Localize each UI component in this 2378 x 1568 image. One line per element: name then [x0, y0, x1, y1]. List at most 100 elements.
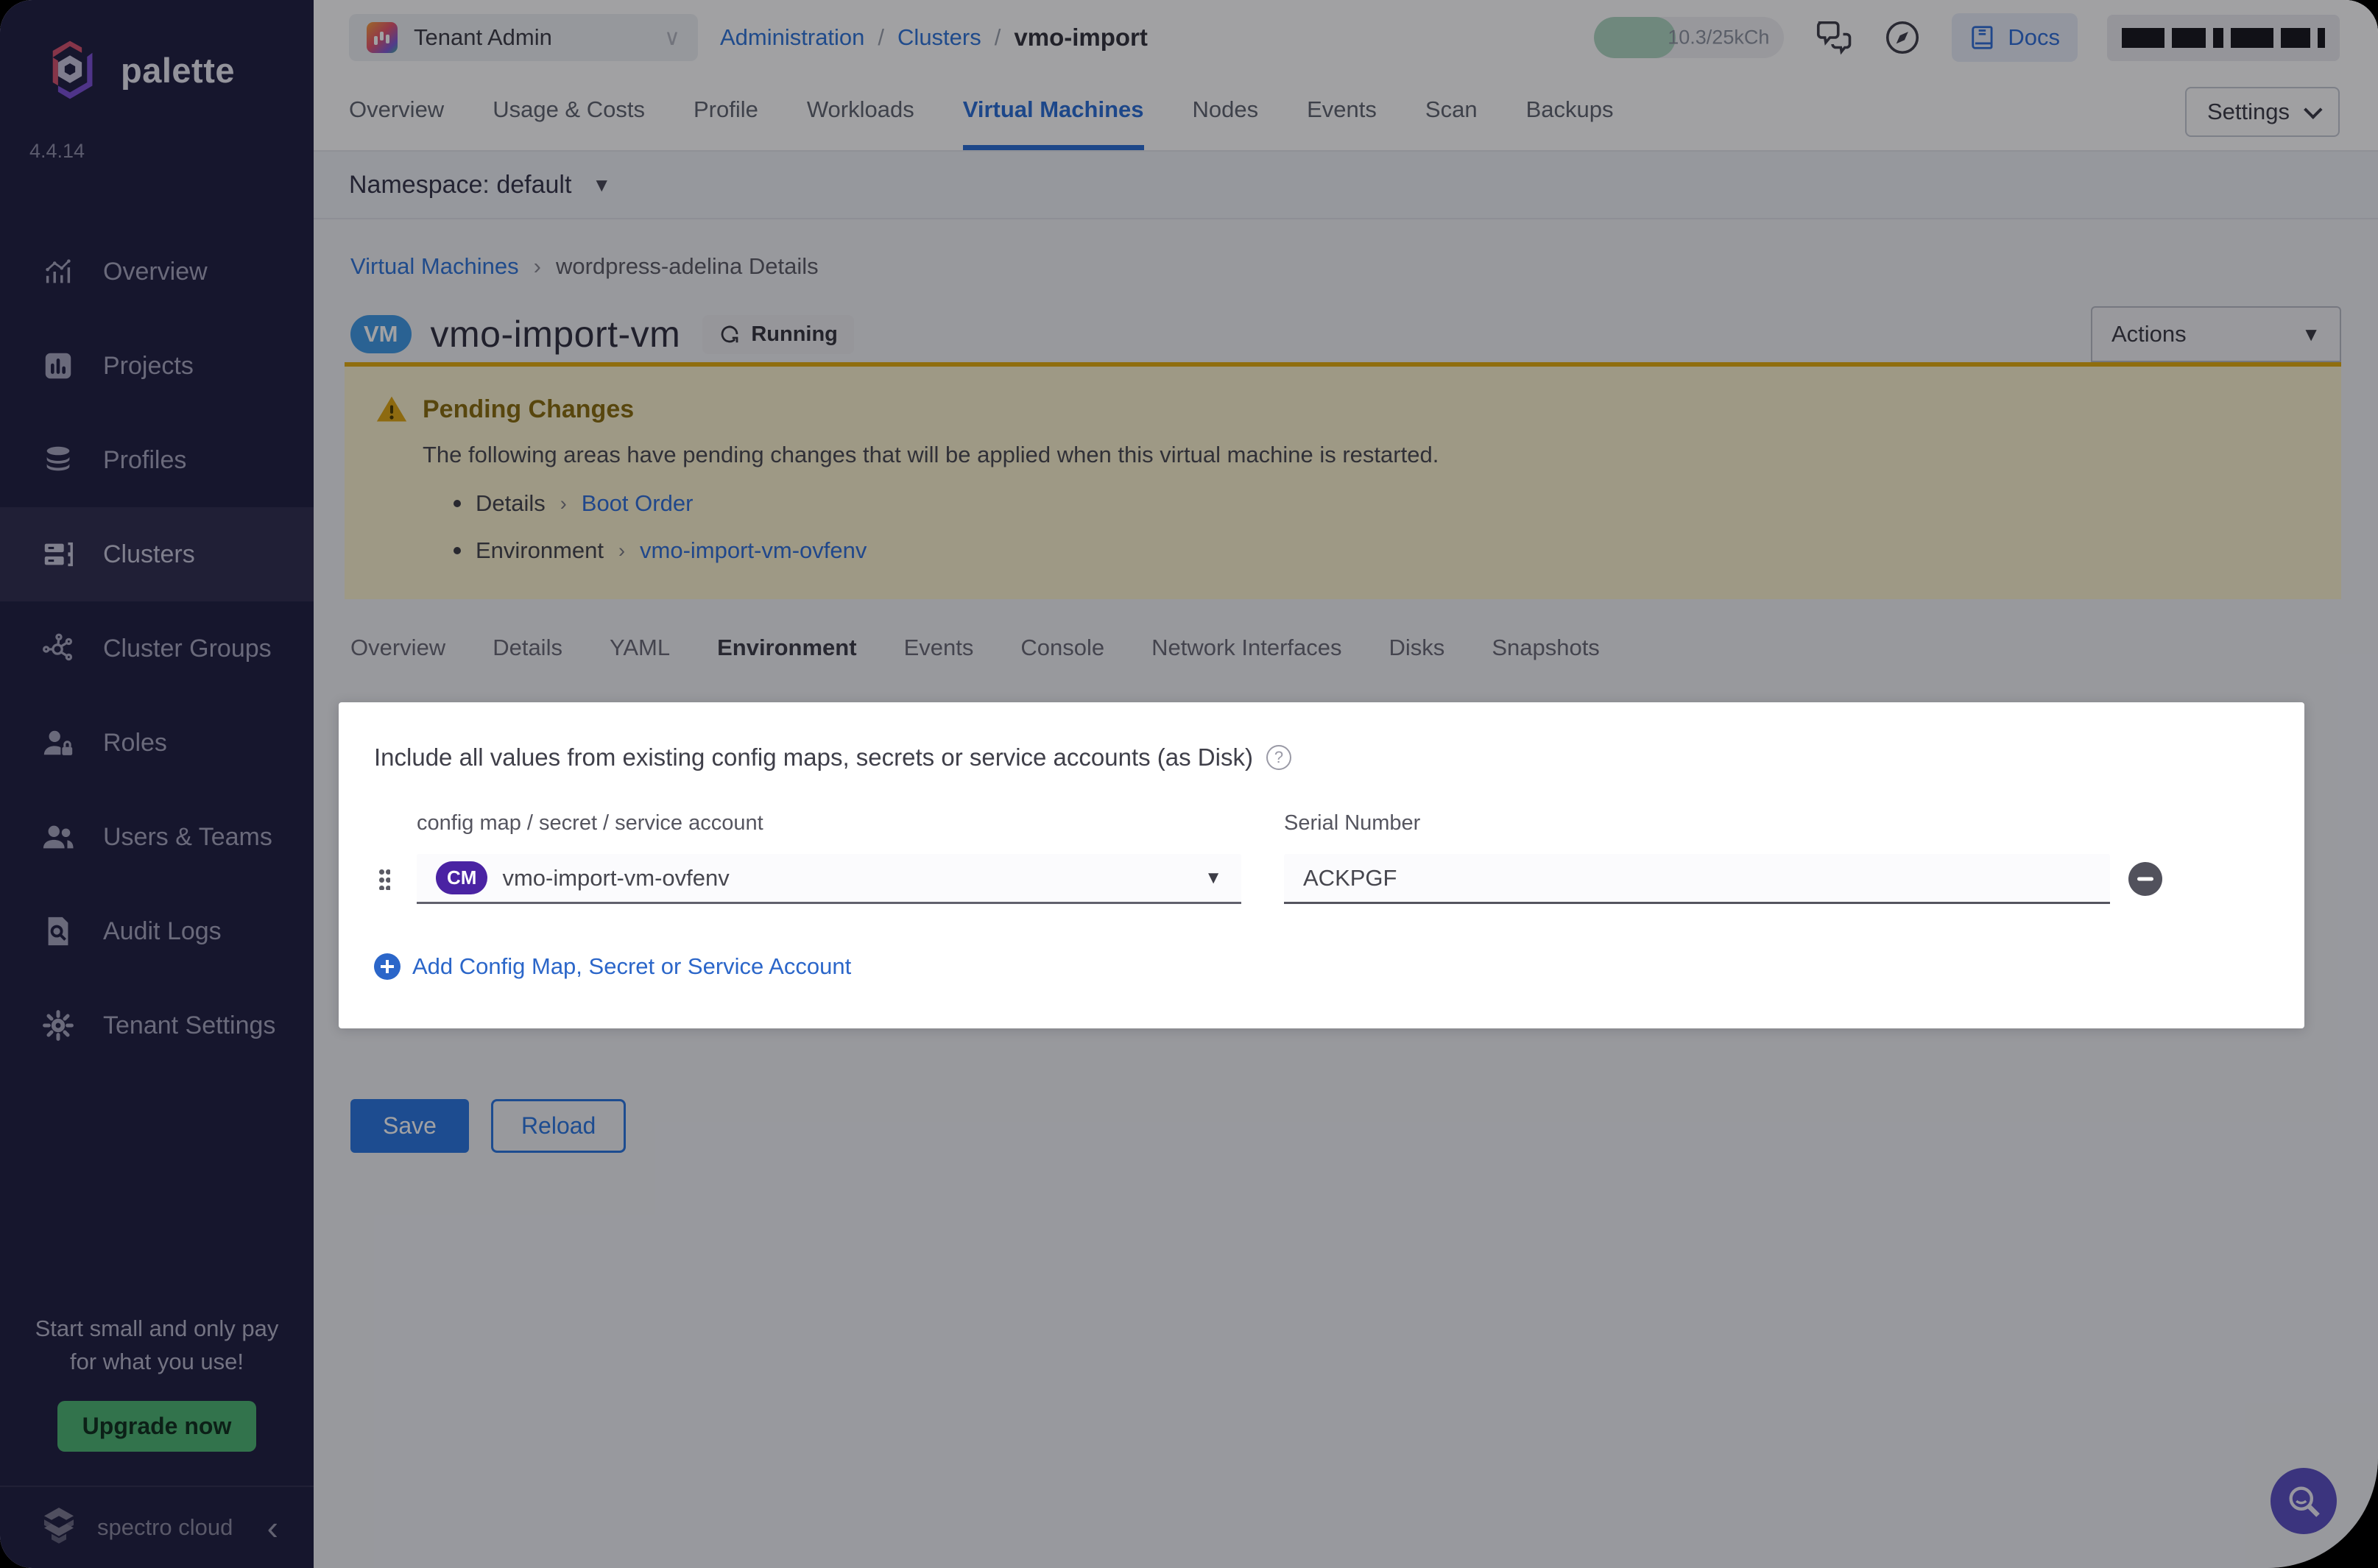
bullet	[454, 547, 461, 554]
subtab-overview[interactable]: Overview	[350, 635, 445, 670]
panel-title: Include all values from existing config …	[374, 744, 1253, 771]
sidebar-item-profiles[interactable]: Profiles	[0, 413, 314, 507]
subtab-snapshots[interactable]: Snapshots	[1492, 635, 1600, 670]
remove-row-button[interactable]	[2128, 862, 2162, 896]
cluster-tabs: Overview Usage & Costs Profile Workloads…	[314, 75, 2378, 152]
pending-item-details: Details › Boot Order	[454, 490, 2312, 517]
subtab-disks[interactable]: Disks	[1389, 635, 1445, 670]
vm-badge: VM	[350, 315, 412, 353]
panel-title-row: Include all values from existing config …	[374, 744, 2304, 771]
serial-number-label: Serial Number	[1284, 811, 1421, 835]
usage-meter-fill	[1594, 17, 1676, 58]
chat-bubbles-icon[interactable]	[1813, 18, 1853, 57]
config-map-select[interactable]: CM vmo-import-vm-ovfenv ▼	[417, 854, 1241, 904]
subtab-events[interactable]: Events	[904, 635, 974, 670]
reload-button[interactable]: Reload	[490, 1099, 627, 1153]
serial-number-input[interactable]	[1284, 854, 2110, 904]
subtab-console[interactable]: Console	[1020, 635, 1104, 670]
redacted-username[interactable]	[2107, 14, 2340, 61]
topbar-right: 10.3/25kCh Docs	[1594, 13, 2340, 62]
upsell-line1: Start small and only pay	[35, 1316, 279, 1342]
sidebar-item-clusters[interactable]: Clusters	[0, 507, 314, 601]
pending-changes-description: The following areas have pending changes…	[423, 442, 1439, 467]
book-icon	[1972, 26, 1993, 49]
plus-icon	[374, 953, 401, 980]
tab-list: Overview Usage & Costs Profile Workloads…	[349, 96, 1662, 150]
config-map-value: vmo-import-vm-ovfenv	[502, 864, 730, 891]
overview-chart-icon	[41, 255, 75, 289]
tenant-scope-icon	[367, 22, 398, 53]
tenant-scope-select[interactable]: Tenant Admin ∨	[349, 14, 698, 61]
chevron-down-icon	[2304, 100, 2323, 119]
tenant-scope-label: Tenant Admin	[414, 24, 552, 50]
upsell-line2: for what you use!	[69, 1349, 244, 1375]
chevron-down-icon: ∨	[664, 25, 680, 50]
subtab-yaml[interactable]: YAML	[610, 635, 670, 670]
sidebar-item-projects[interactable]: Projects	[0, 319, 314, 413]
topbar: Tenant Admin ∨ Administration / Clusters…	[314, 0, 2378, 75]
pending-area: Details	[476, 490, 546, 516]
search-assistant-button[interactable]	[2271, 1468, 2337, 1534]
docs-label: Docs	[2008, 24, 2060, 50]
sidebar-item-roles[interactable]: Roles	[0, 696, 314, 790]
breadcrumb-administration: Administration /	[720, 24, 885, 50]
docs-button[interactable]: Docs	[1952, 13, 2078, 62]
breadcrumb: Administration / Clusters / vmo-import /	[720, 24, 1148, 52]
magnifier-icon	[2289, 1486, 2320, 1517]
tab-backups[interactable]: Backups	[1526, 96, 1614, 150]
app-window: palette 4.4.14 Overview Projects Profile…	[0, 0, 2378, 1568]
sidebar-item-overview[interactable]: Overview	[0, 225, 314, 319]
help-icon[interactable]: ?	[1266, 745, 1291, 770]
drag-handle-icon[interactable]	[378, 868, 390, 890]
tab-scan[interactable]: Scan	[1425, 96, 1478, 150]
tab-events[interactable]: Events	[1307, 96, 1377, 150]
vm-content: Virtual Machines › wordpress-adelina Det…	[314, 219, 2378, 1568]
subtab-network-interfaces[interactable]: Network Interfaces	[1151, 635, 1341, 670]
settings-button[interactable]: Settings	[2184, 87, 2340, 137]
subtab-details[interactable]: Details	[493, 635, 562, 670]
actions-dropdown[interactable]: Actions ▼	[2091, 306, 2341, 362]
pending-link[interactable]: Boot Order	[582, 490, 694, 517]
brand-logo-row: palette	[0, 0, 314, 102]
tab-profile[interactable]: Profile	[694, 96, 758, 150]
form-actions: Save Reload	[345, 1099, 2341, 1153]
vm-breadcrumb: Virtual Machines › wordpress-adelina Det…	[345, 253, 2341, 280]
pending-link[interactable]: vmo-import-vm-ovfenv	[640, 537, 867, 564]
sidebar-collapse-icon[interactable]: ‹	[267, 1511, 278, 1544]
vm-title: vmo-import-vm	[430, 314, 681, 355]
namespace-dropdown-caret[interactable]: ▼	[592, 174, 611, 197]
save-button[interactable]: Save	[350, 1099, 469, 1153]
subtab-environment[interactable]: Environment	[717, 635, 856, 670]
usage-meter-label: 10.3/25kCh	[1668, 26, 1770, 49]
sidebar-item-audit-logs[interactable]: Audit Logs	[0, 884, 314, 978]
upsell-box: Start small and only pay for what you us…	[0, 1313, 314, 1452]
compass-icon[interactable]	[1883, 18, 1922, 57]
upgrade-now-button[interactable]: Upgrade now	[57, 1401, 257, 1452]
breadcrumb-clusters: Clusters /	[897, 24, 1001, 50]
sidebar-item-cluster-groups[interactable]: Cluster Groups	[0, 601, 314, 696]
spectro-cloud-logo-icon	[37, 1504, 81, 1552]
upsell-text: Start small and only pay for what you us…	[22, 1313, 292, 1379]
config-map-label: config map / secret / service account	[417, 811, 763, 835]
refresh-icon	[721, 325, 738, 343]
page-background: palette 4.4.14 Overview Projects Profile…	[0, 0, 2378, 1568]
tab-virtual-machines[interactable]: Virtual Machines	[962, 96, 1144, 150]
warning-icon	[376, 396, 407, 422]
chevron-right-icon: ›	[560, 492, 567, 515]
profiles-layers-icon	[41, 443, 75, 477]
pending-area: Environment	[476, 537, 604, 563]
add-config-map-link[interactable]: Add Config Map, Secret or Service Accoun…	[374, 953, 2304, 980]
vm-breadcrumb-current: wordpress-adelina Details	[555, 253, 819, 279]
tab-workloads[interactable]: Workloads	[807, 96, 914, 150]
tab-usage-costs[interactable]: Usage & Costs	[493, 96, 645, 150]
bullet	[454, 500, 461, 507]
actions-label: Actions	[2111, 321, 2187, 347]
sidebar-item-tenant-settings[interactable]: Tenant Settings	[0, 978, 314, 1073]
vm-status-badge: Running	[702, 314, 854, 354]
tab-overview[interactable]: Overview	[349, 96, 444, 150]
vm-breadcrumb-link[interactable]: Virtual Machines	[350, 253, 519, 280]
sidebar-item-users-teams[interactable]: Users & Teams	[0, 790, 314, 884]
tab-nodes[interactable]: Nodes	[1193, 96, 1259, 150]
brand-name: palette	[121, 50, 235, 90]
config-map-row: config map / secret / service account Se…	[374, 811, 2304, 905]
